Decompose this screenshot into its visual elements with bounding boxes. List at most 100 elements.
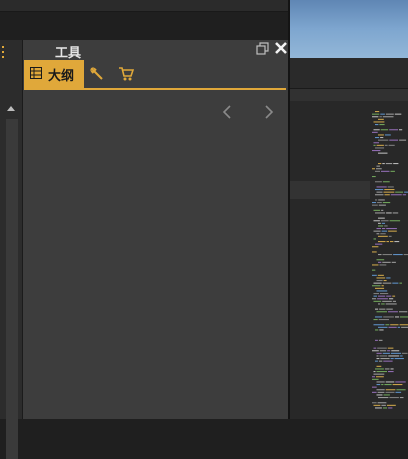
minimap-line (385, 303, 397, 305)
minimap-line (388, 230, 397, 232)
code-minimap[interactable] (372, 109, 408, 419)
minimap-line (385, 389, 396, 391)
minimap-line (372, 131, 378, 133)
minimap-line (376, 371, 387, 373)
tools-icon[interactable] (89, 66, 105, 82)
minimap-line (389, 220, 401, 222)
scroll-up-icon[interactable] (7, 106, 15, 111)
minimap-line (382, 254, 393, 256)
minimap-line (375, 329, 379, 331)
minimap-line (380, 358, 390, 360)
minimap-line (383, 191, 395, 193)
minimap-line (373, 373, 385, 375)
minimap-line (392, 300, 396, 302)
minimap-line (382, 202, 391, 204)
minimap-line (394, 113, 402, 115)
minimap-line (381, 404, 386, 406)
minimap-line (380, 220, 389, 222)
minimap-line (389, 298, 394, 300)
minimap-line (381, 303, 385, 305)
minimap-line (376, 381, 385, 383)
minimap-line (378, 134, 384, 136)
minimap-line (390, 368, 394, 370)
minimap-line (400, 316, 408, 318)
minimap-line (378, 152, 388, 154)
minimap-line (376, 228, 381, 230)
minimap-line (378, 204, 386, 206)
minimap-line (375, 368, 384, 370)
minimap-line (376, 290, 388, 292)
minimap-line (375, 137, 380, 139)
minimap-line (375, 360, 378, 362)
minimap-line (401, 326, 408, 328)
minimap-line (372, 378, 379, 380)
minimap-line (377, 347, 387, 349)
minimap-line (376, 168, 382, 170)
minimap-line (373, 293, 379, 295)
minimap-line (378, 225, 384, 227)
minimap-line (376, 358, 380, 360)
minimap-line (386, 212, 392, 214)
panel-title: 工具 (55, 46, 82, 61)
cart-icon[interactable] (118, 66, 134, 82)
minimap-line (387, 350, 391, 352)
restore-window-icon[interactable] (256, 42, 269, 55)
minimap-line (373, 238, 376, 240)
drag-handle-icon[interactable] (2, 46, 4, 58)
minimap-line (378, 326, 388, 328)
minimap-line (373, 282, 382, 284)
minimap-line (384, 134, 391, 136)
minimap-line (372, 168, 375, 170)
minimap-line (388, 235, 392, 237)
minimap-line (376, 186, 387, 188)
minimap-line (390, 352, 402, 354)
minimap-line (376, 165, 380, 167)
minimap-line (376, 376, 384, 378)
minimap-line (388, 407, 393, 409)
minimap-line (372, 269, 376, 271)
minimap-line (397, 326, 401, 328)
minimap-line (373, 404, 381, 406)
minimap-line (375, 308, 379, 310)
minimap-line (382, 116, 394, 118)
current-line-highlight (290, 181, 370, 199)
minimap-line (372, 402, 377, 404)
scrollbar-track[interactable] (6, 119, 18, 459)
minimap-line (376, 311, 387, 313)
minimap-line (372, 176, 376, 178)
minimap-line (376, 277, 386, 279)
minimap-line (381, 384, 384, 386)
minimap-line (373, 220, 380, 222)
minimap-line (377, 202, 382, 204)
minimap-line (375, 194, 384, 196)
minimap-line (385, 113, 394, 115)
minimap-line (388, 326, 397, 328)
minimap-line (376, 233, 380, 235)
code-editor[interactable] (290, 89, 408, 419)
tab-outline[interactable]: 大纲 (24, 60, 84, 88)
chevron-left-icon[interactable] (221, 104, 233, 120)
minimap-line (388, 144, 395, 146)
minimap-line (399, 311, 408, 313)
minimap-line (379, 329, 384, 331)
minimap-line (394, 358, 404, 360)
minimap-line (372, 116, 379, 118)
minimap-line (389, 129, 398, 131)
minimap-line (391, 350, 400, 352)
minimap-line (395, 191, 404, 193)
close-icon[interactable] (273, 40, 289, 56)
chevron-right-icon[interactable] (263, 104, 275, 120)
outline-grid-icon (30, 67, 42, 79)
top-strip (0, 0, 290, 12)
tab-outline-label: 大纲 (48, 69, 75, 84)
minimap-line (384, 384, 392, 386)
minimap-line (378, 295, 386, 297)
minimap-line (372, 298, 377, 300)
minimap-line (378, 319, 389, 321)
minimap-line (379, 124, 385, 126)
minimap-line (376, 352, 382, 354)
minimap-line (393, 254, 403, 256)
minimap-line (379, 264, 387, 266)
minimap-line (372, 113, 380, 115)
minimap-line (382, 228, 386, 230)
